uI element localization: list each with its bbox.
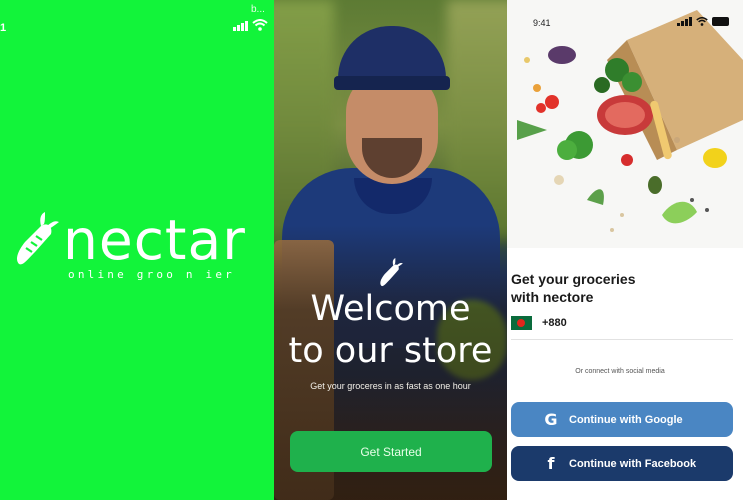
signin-title-line2: with nectore [511, 289, 594, 305]
get-started-button[interactable]: Get Started [290, 431, 492, 472]
status-bar-icons [677, 17, 729, 26]
country-code[interactable]: +880 [542, 317, 567, 329]
status-bar-icons [233, 19, 268, 31]
brand-name: nectar [63, 207, 246, 272]
phone-field-underline [511, 339, 733, 340]
carrot-icon [17, 212, 59, 265]
status-text-left: 1 [0, 22, 7, 34]
signin-title-line1: Get your groceries [511, 271, 636, 287]
welcome-title-line2: to our store [288, 331, 493, 371]
signal-icon [677, 17, 692, 26]
battery-icon [712, 17, 729, 26]
google-button-label: Continue with Google [569, 413, 683, 426]
phone-number-field[interactable]: +880 [511, 316, 567, 330]
brand-tagline: online groo n ier [68, 268, 235, 281]
welcome-title: Welcome to our store [274, 288, 507, 372]
continue-with-google-button[interactable]: G Continue with Google [511, 402, 733, 437]
welcome-title-line1: Welcome [310, 289, 471, 329]
signin-title: Get your groceries with nectore [511, 270, 711, 306]
welcome-screen: Welcome to our store Get your groceres i… [274, 0, 507, 500]
signal-icon [233, 21, 248, 31]
facebook-icon: f [547, 454, 555, 473]
facebook-button-label: Continue with Facebook [569, 457, 697, 470]
status-text-top: b... [251, 4, 265, 15]
wifi-icon [252, 19, 268, 31]
carrot-icon [380, 258, 403, 287]
wifi-icon [696, 17, 708, 26]
splash-screen: 1 b... nectar online groo n ier [0, 0, 274, 500]
continue-with-facebook-button[interactable]: f Continue with Facebook [511, 446, 733, 481]
welcome-subtitle: Get your groceres in as fast as one hour [310, 381, 471, 391]
groceries-hero-image [507, 0, 743, 248]
social-media-label: Or connect with social media [575, 368, 665, 375]
status-time: 9:41 [533, 18, 551, 28]
photo-overlay [274, 0, 507, 500]
signin-screen: 9:41 Get your groceries with nectore +88… [507, 0, 743, 500]
nectar-logo: nectar [11, 212, 246, 268]
google-icon: G [544, 410, 558, 429]
bangladesh-flag-icon[interactable] [511, 316, 532, 330]
